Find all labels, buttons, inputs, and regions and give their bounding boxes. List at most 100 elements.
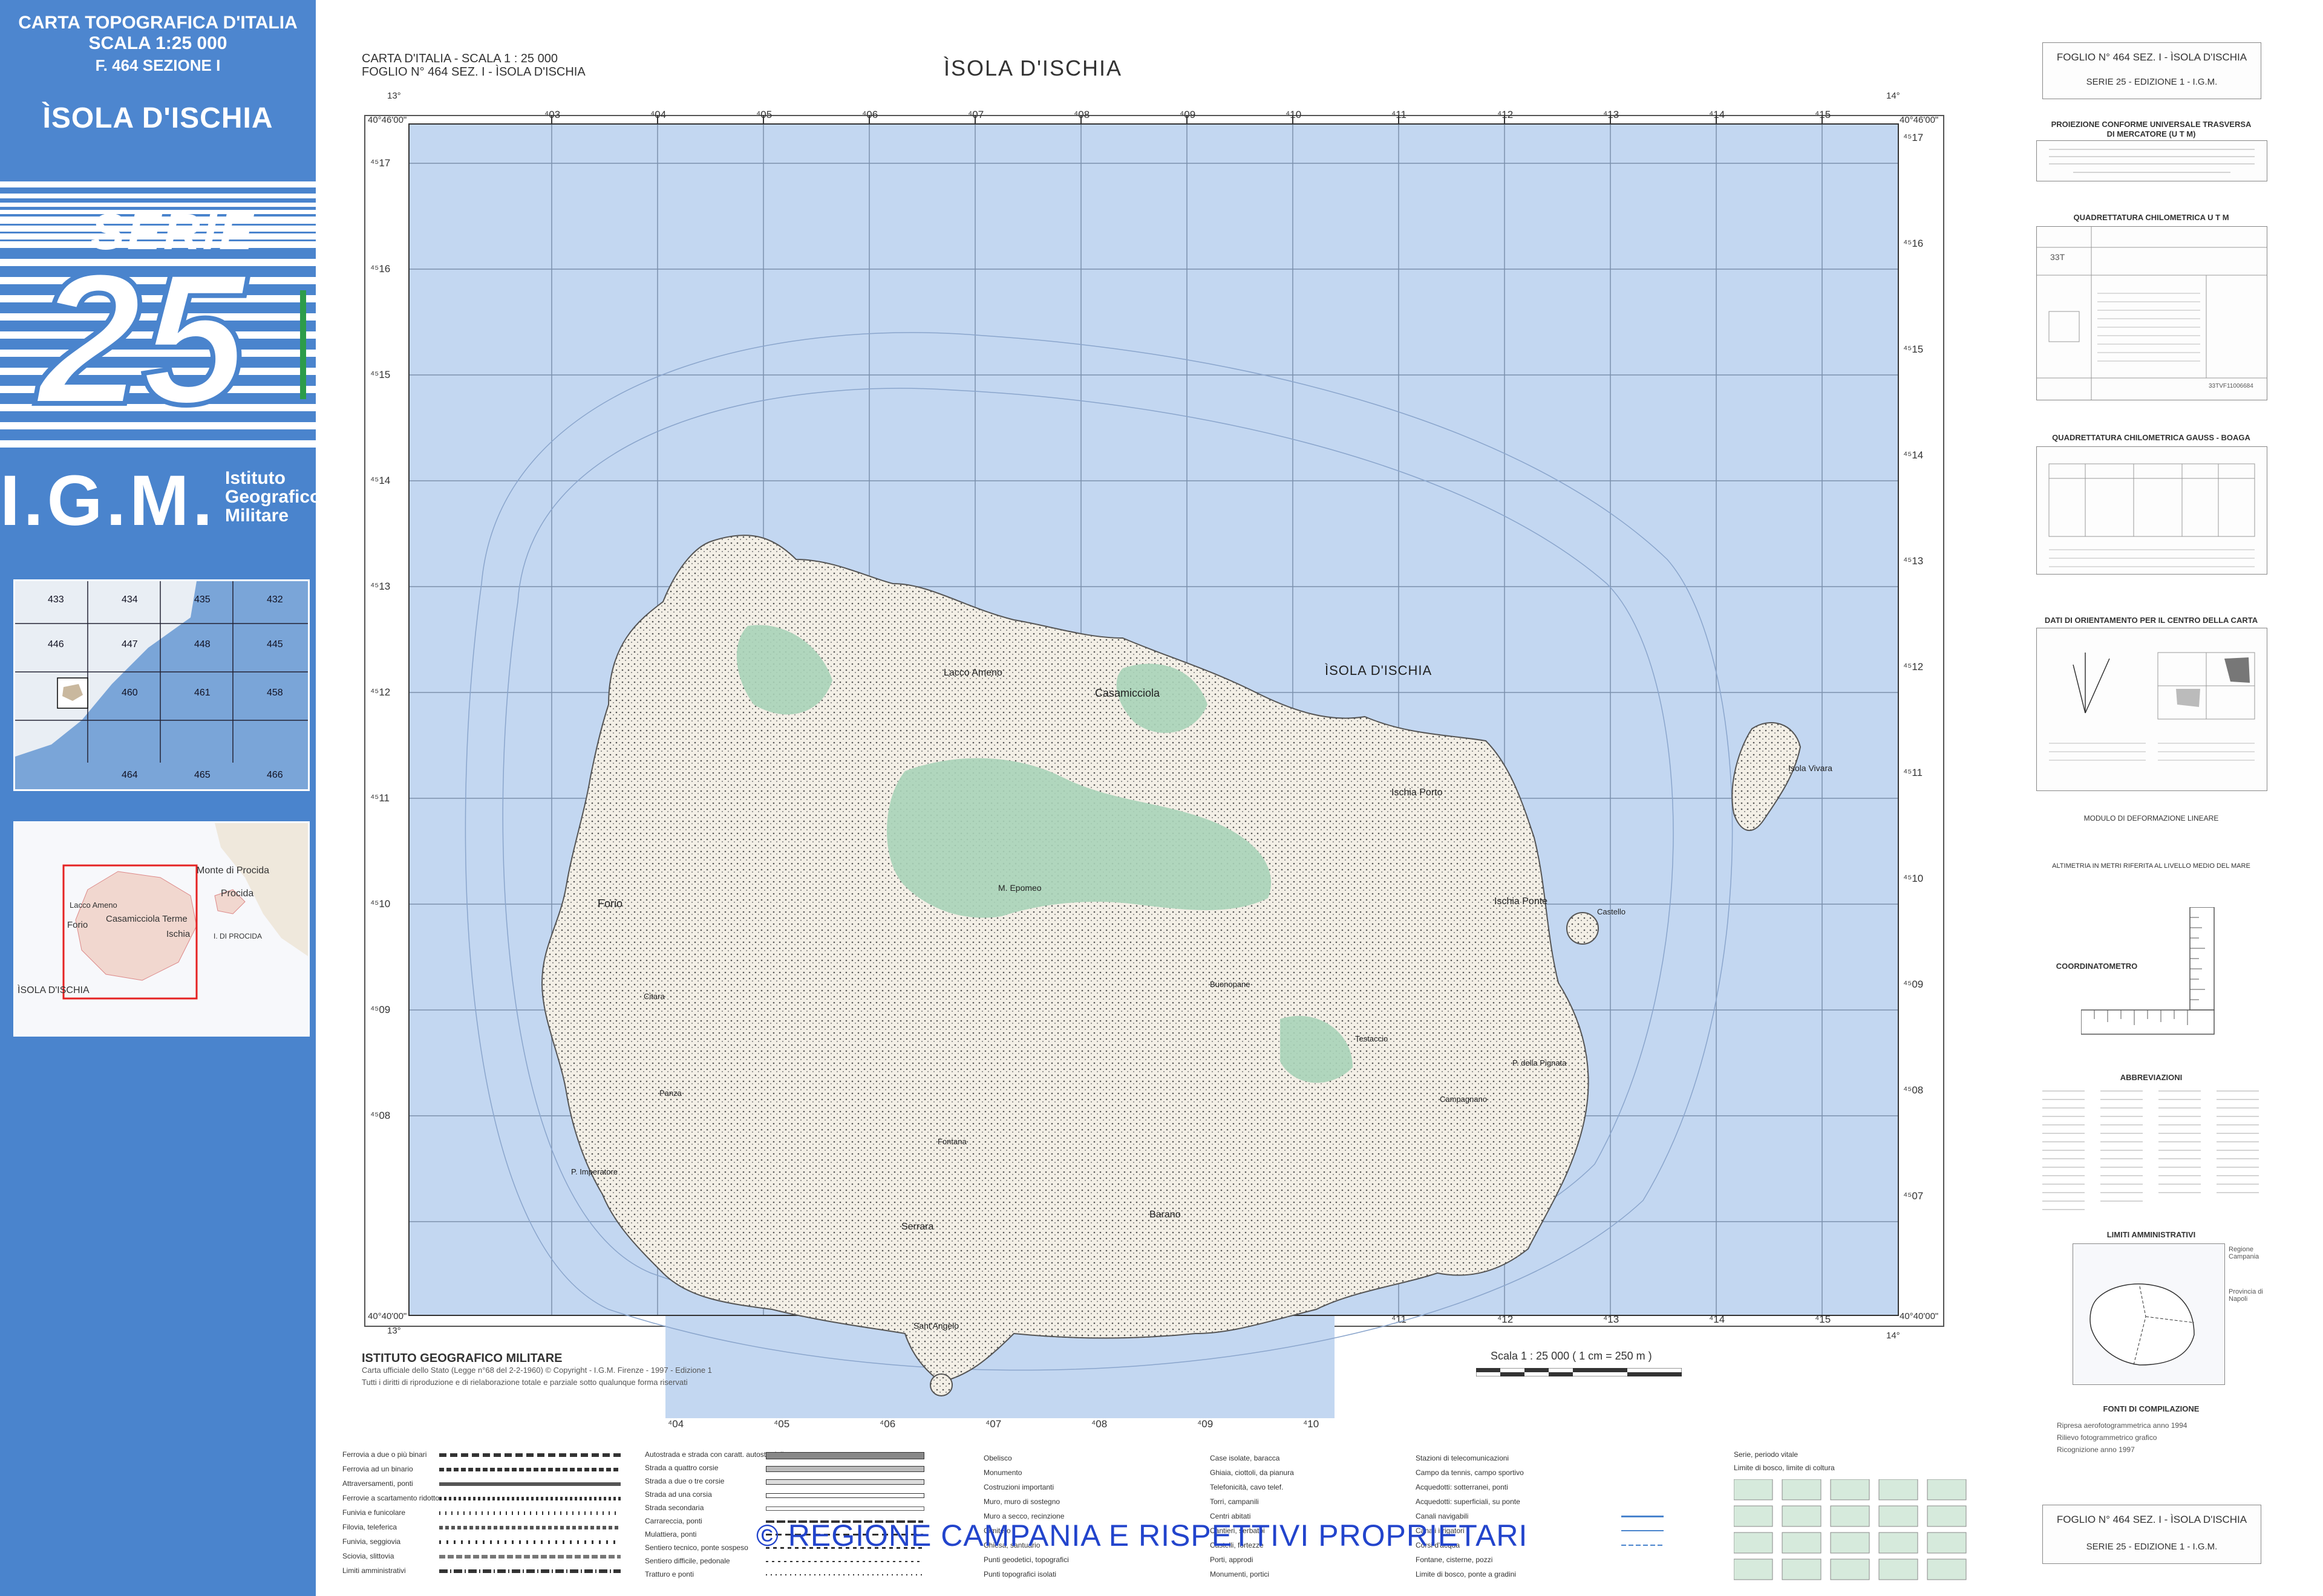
grid-tick-right: ⁴⁵07 [1903,1190,1924,1202]
grid-tick-right: ⁴⁵08 [1903,1084,1924,1096]
legend-row: Serie, periodo vitale [1734,1450,1982,1460]
igm-name: Istituto Geografico Militare [225,469,321,525]
grid-tick-right: ⁴⁵15 [1903,344,1924,355]
legend-label: Sciovia, slittovia [342,1552,394,1560]
grid-tick-right: ⁴⁵11 [1903,767,1923,778]
legend-row: Campo da tennis, campo sportivo [1416,1468,1670,1478]
legend-label: Punti topografici isolati [984,1570,1057,1578]
cover-serie-number: 25 [35,233,249,443]
admin-region-label: Regione Campania [2229,1246,2259,1260]
legend-label: Acquedotti: superficiali, su ponte [1416,1497,1520,1506]
legend-symbol [439,1511,621,1515]
place-label: Serrara [901,1222,934,1232]
legend-label: Punti geodetici, topografici [984,1555,1069,1564]
legend-symbol [766,1574,923,1575]
legend-label: Monumento [984,1468,1022,1477]
grid-tick-left: ⁴⁵13 [370,581,391,592]
grid-tick-right: ⁴⁵13 [1903,555,1924,567]
index-label: 445 [267,639,283,650]
corner-coord-tr: 40°46'00" [1900,115,1939,125]
grid-tick-left: ⁴⁵11 [370,792,390,804]
sheet-header-line1: CARTA D'ITALIA - SCALA 1 : 25 000 [362,52,558,65]
grid-tick-top: ⁴11 [1391,109,1407,120]
place-label: Isola Vivara [1788,763,1832,773]
legend-symbol [439,1497,621,1500]
footer-note: Carta ufficiale dello Stato (Legge n°68 … [362,1366,712,1375]
footer-org: ISTITUTO GEOGRAFICO MILITARE [362,1352,563,1365]
sources-title: FONTI DI COMPILAZIONE [2103,1404,2200,1413]
legend-row: Muro, muro di sostegno [984,1497,1183,1507]
legend-row: Autostrada e strada con caratt. autostra… [645,1450,935,1460]
location-map-graphic [15,823,308,1035]
legend-label: Obelisco [984,1454,1012,1462]
legend-label: Costruzioni importanti [984,1483,1054,1491]
legend-symbol [766,1493,924,1498]
utm-info-box: 33T 33TVF11006684 [2036,226,2267,400]
index-label: 466 [267,770,283,780]
legend-row: Case isolate, baracca [1210,1454,1403,1464]
legend-row: Attraversamenti, ponti [342,1479,633,1489]
legend-label: Strada secondaria [645,1503,704,1512]
place-label: Ischia Ponte [1494,896,1548,907]
place-label: M. Epomeo [998,883,1042,893]
igm-name-line2: Geografico [225,487,321,507]
legend-label: Ghiaia, ciottoli, da pianura [1210,1468,1294,1477]
location-label: I. DI PROCIDA [214,932,263,940]
legend-row: Limite di bosco, limite di coltura [1734,1464,1982,1473]
index-label: 448 [194,639,211,650]
legend-label: Filovia, teleferica [342,1523,397,1531]
legend-label: Campo da tennis, campo sportivo [1416,1468,1524,1477]
legend-label: Mulattiera, ponti [645,1530,697,1539]
legend-symbol [766,1561,923,1562]
gb-info-box [2036,446,2267,575]
legend-label: Strada a due o tre corsie [645,1477,725,1485]
legend-row: Torri, campanili [1210,1497,1403,1507]
legend-label: Autostrada e strada con caratt. autostra… [645,1450,784,1459]
corner-coord-bl: 40°40'00" [368,1311,407,1321]
legend-label: Attraversamenti, ponti [342,1479,413,1488]
legend-row: Filovia, teleferica [342,1523,633,1532]
legend-row: Porti, approdi [1210,1555,1403,1565]
grid-tick-left: ⁴⁵15 [370,369,391,380]
index-label: 460 [122,688,138,698]
abbreviations-table [2042,1090,2259,1210]
grid-tick-left: ⁴⁵08 [370,1110,391,1121]
legend-symbol [439,1453,621,1457]
grid-tick-bottom-ext: ⁴06 [880,1418,896,1430]
source-line: Ripresa aerofotogrammetrica anno 1994 [2057,1421,2187,1430]
grid-tick-top: ⁴15 [1815,109,1831,120]
grid-tick-top: ⁴03 [544,109,561,120]
igm-name-line1: Istituto [225,468,286,488]
legend-row: Punti geodetici, topografici [984,1555,1183,1565]
igm-name-line3: Militare [225,506,289,526]
grid-tick-right: ⁴⁵16 [1903,238,1924,249]
place-label: Castello [1597,907,1625,916]
orientation-title: DATI DI ORIENTAMENTO PER IL CENTRO DELLA… [2044,616,2258,625]
grid-tick-left: ⁴⁵10 [370,898,391,910]
gb-info-graphic [2048,463,2255,567]
admin-limits-box [2073,1243,2225,1385]
legend-symbol [1621,1545,1664,1546]
place-label: Lacco Ameno [944,668,1002,678]
grid-tick-top: ⁴12 [1497,109,1514,120]
index-label: 447 [122,639,138,650]
projection-note-lines [2049,149,2255,173]
place-label: P. Imperatore [571,1167,618,1176]
legend-label: Limite di bosco, limite di coltura [1734,1464,1835,1472]
location-label: Casamicciola Terme [106,914,188,924]
legend-row: Sciovia, slittovia [342,1552,633,1562]
index-label: 458 [267,688,283,698]
index-label: 446 [48,639,64,650]
projection-note-box [2036,140,2267,181]
legend-row: Strada ad una corsia [645,1490,935,1500]
sheet-id-line2: SERIE 25 - EDIZIONE 1 - I.G.M. [2086,77,2218,87]
legend-label: Strada ad una corsia [645,1490,712,1499]
grid-tick-left: ⁴⁵17 [370,157,391,169]
projection-title-2: DI MERCATORE (U T M) [2106,129,2196,138]
utm-info-graphic [2037,227,2267,400]
sheet-id-line2: SERIE 25 - EDIZIONE 1 - I.G.M. [2086,1542,2218,1552]
corner-coord-tl: 40°46'00" [368,115,407,125]
island-label: ÌSOLA D'ISCHIA [1325,663,1433,678]
projection-title-1: PROIEZIONE CONFORME UNIVERSALE TRASVERSA [2051,120,2252,129]
legend-label: Ferrovia a due o più binari [342,1450,427,1459]
